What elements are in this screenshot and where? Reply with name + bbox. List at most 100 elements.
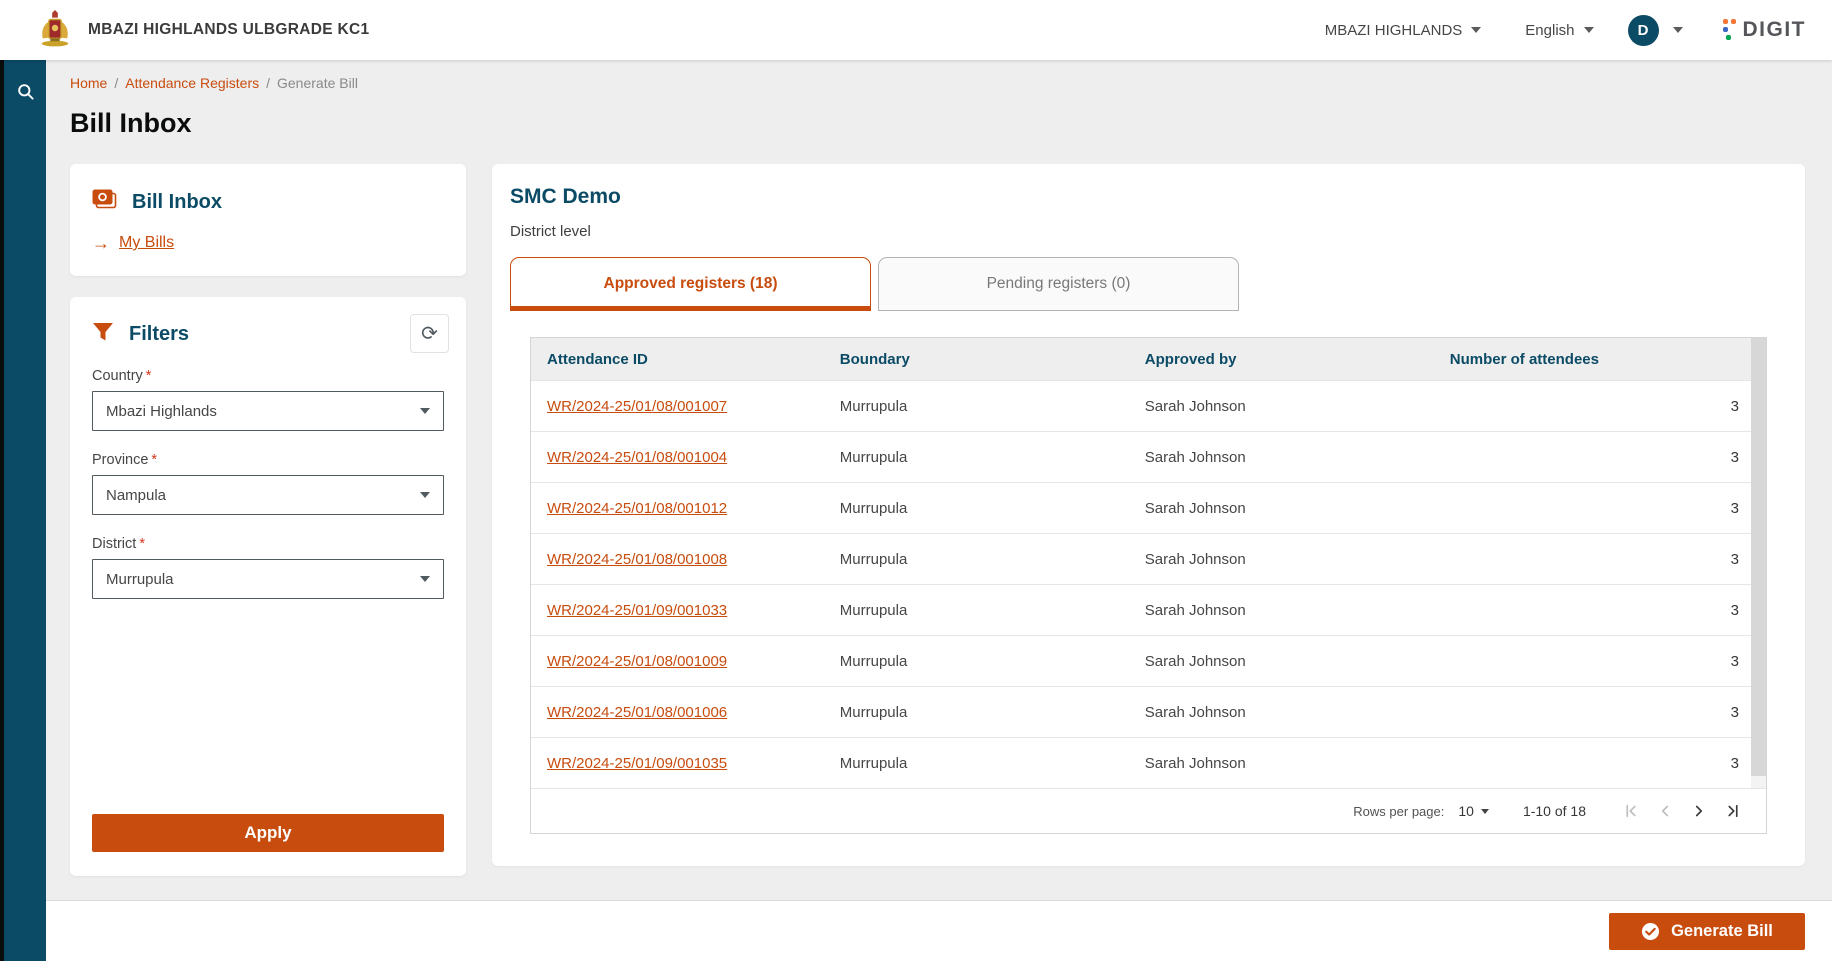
cell-boundary: Murrupula <box>824 653 1129 670</box>
tab-pending-registers[interactable]: Pending registers (0) <box>878 257 1239 311</box>
required-mark: * <box>139 536 145 552</box>
cell-attendance-id: WR/2024-25/01/08/001012 <box>531 500 824 517</box>
register-tabs: Approved registers (18) Pending register… <box>510 257 1787 311</box>
project-subtitle: District level <box>510 223 1787 240</box>
attendance-id-link[interactable]: WR/2024-25/01/08/001008 <box>547 551 727 568</box>
city-selector[interactable]: MBAZI HIGHLANDS <box>1325 22 1482 39</box>
cell-approved-by: Sarah Johnson <box>1129 551 1434 568</box>
district-select-value: Murrupula <box>106 571 174 588</box>
cell-boundary: Murrupula <box>824 602 1129 619</box>
cell-attendance-id: WR/2024-25/01/08/001007 <box>531 398 824 415</box>
table-row: WR/2024-25/01/08/001012 Murrupula Sarah … <box>531 482 1766 533</box>
chevron-down-icon <box>1471 27 1481 33</box>
breadcrumb: Home / Attendance Registers / Generate B… <box>70 75 1805 91</box>
cell-attendance-id: WR/2024-25/01/09/001033 <box>531 602 824 619</box>
breadcrumb-home[interactable]: Home <box>70 75 107 91</box>
left-column: Bill Inbox → My Bills <box>70 164 466 876</box>
content-column: Home / Attendance Registers / Generate B… <box>46 60 1832 961</box>
digit-dots-icon <box>1723 19 1738 41</box>
attendance-id-link[interactable]: WR/2024-25/01/09/001033 <box>547 602 727 619</box>
cell-attendance-id: WR/2024-25/01/09/001035 <box>531 755 824 772</box>
refresh-filters-button[interactable]: ⟳ <box>410 314 449 353</box>
rows-per-page-select[interactable]: 10 <box>1458 803 1489 819</box>
cell-attendance-id: WR/2024-25/01/08/001008 <box>531 551 824 568</box>
page-title: Bill Inbox <box>70 108 1805 139</box>
top-bar-right: MBAZI HIGHLANDS English D DIGIT <box>1325 15 1806 46</box>
avatar[interactable]: D <box>1628 15 1659 46</box>
filter-funnel-icon <box>92 322 114 347</box>
first-page-button[interactable] <box>1614 794 1648 828</box>
cell-attendance-id: WR/2024-25/01/08/001004 <box>531 449 824 466</box>
registers-card: SMC Demo District level Approved registe… <box>492 164 1805 866</box>
district-label-text: District <box>92 536 136 552</box>
country-select[interactable]: Mbazi Highlands <box>92 391 444 431</box>
filters-card-header: Filters <box>92 322 444 347</box>
cell-boundary: Murrupula <box>824 704 1129 721</box>
cell-approved-by: Sarah Johnson <box>1129 704 1434 721</box>
cell-approved-by: Sarah Johnson <box>1129 755 1434 772</box>
attendance-id-link[interactable]: WR/2024-25/01/08/001009 <box>547 653 727 670</box>
cell-attendees: 3 <box>1434 551 1751 568</box>
cell-approved-by: Sarah Johnson <box>1129 653 1434 670</box>
table-row: WR/2024-25/01/08/001006 Murrupula Sarah … <box>531 686 1766 737</box>
cell-boundary: Murrupula <box>824 398 1129 415</box>
table-row: WR/2024-25/01/08/001008 Murrupula Sarah … <box>531 533 1766 584</box>
breadcrumb-separator: / <box>266 75 270 91</box>
digit-logo-text: DIGIT <box>1743 18 1807 42</box>
top-bar: MBAZI HIGHLANDS ULBGRADE KC1 MBAZI HIGHL… <box>0 0 1832 60</box>
user-menu[interactable]: D <box>1628 15 1683 46</box>
next-page-button[interactable] <box>1682 794 1716 828</box>
table-row: WR/2024-25/01/09/001035 Murrupula Sarah … <box>531 737 1766 788</box>
district-label: District* <box>92 536 444 552</box>
my-bills-link[interactable]: My Bills <box>119 234 174 252</box>
bill-inbox-card-title: Bill Inbox <box>132 191 222 214</box>
app-title: MBAZI HIGHLANDS ULBGRADE KC1 <box>88 21 369 39</box>
table-scrollbar-track[interactable] <box>1751 338 1766 788</box>
language-selector[interactable]: English <box>1525 22 1593 39</box>
table-scrollbar-thumb[interactable] <box>1751 338 1766 776</box>
attendance-id-link[interactable]: WR/2024-25/01/09/001035 <box>547 755 727 772</box>
attendance-id-link[interactable]: WR/2024-25/01/08/001007 <box>547 398 727 415</box>
apply-button[interactable]: Apply <box>92 814 444 852</box>
col-header-number-of-attendees: Number of attendees <box>1434 351 1751 368</box>
last-page-button[interactable] <box>1716 794 1750 828</box>
cell-approved-by: Sarah Johnson <box>1129 398 1434 415</box>
breadcrumb-current: Generate Bill <box>277 75 358 91</box>
col-header-approved-by: Approved by <box>1129 351 1434 368</box>
cell-boundary: Murrupula <box>824 449 1129 466</box>
attendance-id-link[interactable]: WR/2024-25/01/08/001004 <box>547 449 727 466</box>
content-area: Home / Attendance Registers / Generate B… <box>46 60 1832 900</box>
bill-icon <box>92 189 117 215</box>
chevron-down-icon <box>1584 27 1594 33</box>
arrow-right-icon: → <box>92 234 110 252</box>
province-select-value: Nampula <box>106 487 166 504</box>
previous-page-button[interactable] <box>1648 794 1682 828</box>
filters-card: Filters ⟳ Country * Mbazi Highlands <box>70 297 466 876</box>
search-icon[interactable] <box>16 82 35 106</box>
breadcrumb-attendance-registers[interactable]: Attendance Registers <box>125 75 259 91</box>
cell-approved-by: Sarah Johnson <box>1129 449 1434 466</box>
tab-approved-registers[interactable]: Approved registers (18) <box>510 257 871 311</box>
required-mark: * <box>151 452 157 468</box>
chevron-down-icon <box>420 408 430 414</box>
district-select[interactable]: Murrupula <box>92 559 444 599</box>
attendance-id-link[interactable]: WR/2024-25/01/08/001012 <box>547 500 727 517</box>
cell-attendees: 3 <box>1434 398 1751 415</box>
registers-table: Attendance ID Boundary Approved by Numbe… <box>530 337 1767 834</box>
generate-bill-button[interactable]: Generate Bill <box>1609 913 1805 950</box>
country-label-text: Country <box>92 368 143 384</box>
col-header-boundary: Boundary <box>824 351 1129 368</box>
pagination-bar: Rows per page: 10 1-10 of 18 <box>531 788 1766 833</box>
chevron-down-icon <box>1673 27 1683 33</box>
bill-inbox-card: Bill Inbox → My Bills <box>70 164 466 276</box>
pagination-range: 1-10 of 18 <box>1523 803 1586 819</box>
attendance-id-link[interactable]: WR/2024-25/01/08/001006 <box>547 704 727 721</box>
city-selector-label: MBAZI HIGHLANDS <box>1325 22 1463 39</box>
cell-approved-by: Sarah Johnson <box>1129 500 1434 517</box>
digit-logo: DIGIT <box>1723 18 1807 42</box>
state-emblem-logo <box>38 9 72 52</box>
province-select[interactable]: Nampula <box>92 475 444 515</box>
chevron-down-icon <box>420 576 430 582</box>
app-screen: MBAZI HIGHLANDS ULBGRADE KC1 MBAZI HIGHL… <box>0 0 1832 961</box>
check-circle-icon <box>1641 922 1660 941</box>
